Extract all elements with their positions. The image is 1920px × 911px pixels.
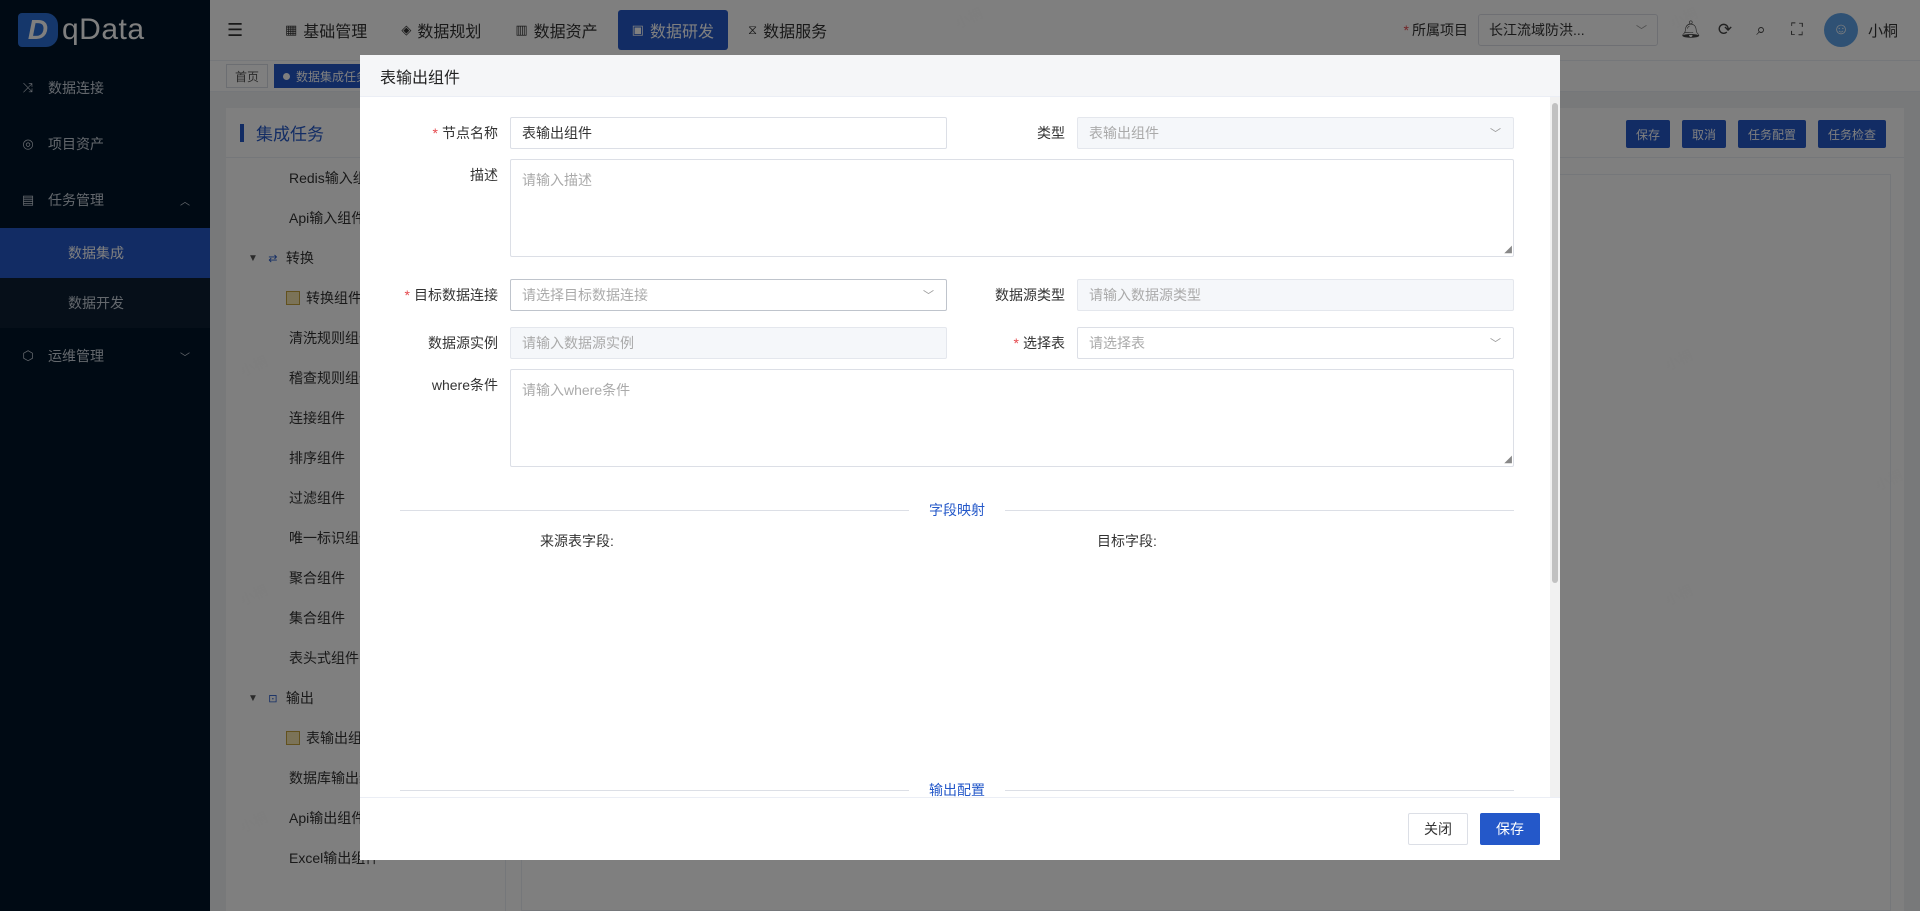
dialog-scrollbar[interactable] <box>1550 97 1560 797</box>
resize-grip-icon[interactable]: ◢ <box>1504 455 1512 465</box>
table-output-dialog: 表输出组件 * 节点名称 表输出组件 类型 表输出组件 ﹀ 描述 请输入描述 ◢ … <box>360 55 1560 860</box>
node-name-label: * 节点名称 <box>432 125 498 141</box>
resize-grip-icon[interactable]: ◢ <box>1504 245 1512 255</box>
select-table-select[interactable]: 请选择表 ﹀ <box>1077 327 1514 359</box>
where-label: where条件 <box>431 377 498 393</box>
select-table-placeholder: 请选择表 <box>1089 335 1145 351</box>
scrollbar-thumb[interactable] <box>1552 103 1558 583</box>
chevron-down-icon: ﹀ <box>1490 338 1501 350</box>
target-conn-label: * 目标数据连接 <box>404 287 498 303</box>
ds-type-label: 数据源类型 <box>995 287 1065 303</box>
where-placeholder: 请输入where条件 <box>522 382 631 398</box>
type-select[interactable]: 表输出组件 ﹀ <box>1077 117 1514 149</box>
chevron-down-icon: ﹀ <box>1490 128 1501 140</box>
type-select-value: 表输出组件 <box>1089 125 1159 141</box>
dialog-body: * 节点名称 表输出组件 类型 表输出组件 ﹀ 描述 请输入描述 ◢ * 目标数据连… <box>360 97 1550 797</box>
target-fields-label: 目标字段: <box>1097 533 1157 549</box>
dialog-footer: 关闭 保存 <box>360 797 1560 860</box>
where-textarea[interactable]: 请输入where条件 ◢ <box>510 369 1514 467</box>
dialog-title: 表输出组件 <box>360 55 1560 97</box>
desc-textarea[interactable]: 请输入描述 ◢ <box>510 159 1514 257</box>
output-section-title: 输出配置 <box>909 780 1005 797</box>
target-conn-select[interactable]: 请选择目标数据连接 ﹀ <box>510 279 947 311</box>
type-label: 类型 <box>1037 125 1065 141</box>
node-name-input[interactable]: 表输出组件 <box>510 117 947 149</box>
close-button[interactable]: 关闭 <box>1408 813 1468 845</box>
chevron-down-icon: ﹀ <box>923 290 934 302</box>
select-table-label: * 选择表 <box>1013 335 1065 351</box>
source-fields-label: 来源表字段: <box>540 533 614 549</box>
target-conn-placeholder: 请选择目标数据连接 <box>522 287 648 303</box>
desc-placeholder: 请输入描述 <box>522 172 592 188</box>
ds-instance-label: 数据源实例 <box>428 335 498 351</box>
ds-instance-input[interactable]: 请输入数据源实例 <box>510 327 947 359</box>
ds-type-input[interactable]: 请输入数据源类型 <box>1077 279 1514 311</box>
desc-label: 描述 <box>470 167 498 183</box>
mapping-section-title: 字段映射 <box>909 500 1005 520</box>
save-button[interactable]: 保存 <box>1480 813 1540 845</box>
